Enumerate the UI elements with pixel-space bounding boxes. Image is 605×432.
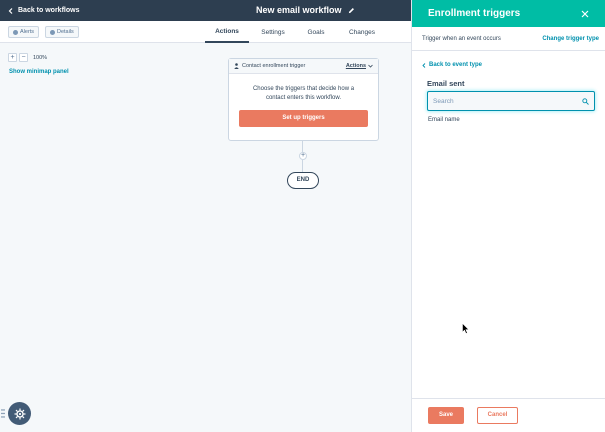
tab-settings[interactable]: Settings: [253, 21, 293, 43]
panel-header: Enrollment triggers: [412, 0, 605, 27]
zoom-in-button[interactable]: +: [8, 53, 17, 62]
tab-actions[interactable]: Actions: [205, 21, 249, 43]
show-minimap-link[interactable]: Show minimap panel: [9, 69, 69, 75]
alert-icon: [13, 29, 18, 35]
workflow-toolbar: Alerts Details Actions Settings Goals Ch…: [0, 21, 411, 43]
help-widget-button[interactable]: [8, 402, 31, 425]
enrollment-triggers-panel: Enrollment triggers Trigger when an even…: [411, 0, 605, 432]
trigger-type-row: Trigger when an event occurs Change trig…: [412, 27, 605, 51]
cancel-button[interactable]: Cancel: [477, 407, 518, 424]
tab-changes[interactable]: Changes: [343, 21, 381, 43]
workflow-title[interactable]: New email workflow: [256, 5, 355, 15]
back-to-workflows-link[interactable]: Back to workflows: [8, 7, 79, 14]
search-input[interactable]: [433, 97, 582, 105]
card-actions-label: Actions: [345, 63, 366, 69]
set-up-triggers-button[interactable]: Set up triggers: [239, 110, 368, 127]
property-search[interactable]: [427, 91, 595, 111]
details-button[interactable]: Details: [45, 26, 79, 38]
chevron-left-icon: [8, 7, 13, 14]
tab-goals[interactable]: Goals: [300, 21, 332, 43]
alerts-button[interactable]: Alerts: [8, 26, 40, 38]
change-trigger-type-link[interactable]: Change trigger type: [542, 36, 599, 42]
card-actions-dropdown[interactable]: Actions: [346, 63, 373, 69]
close-icon[interactable]: [581, 10, 589, 18]
connector-line: [302, 160, 303, 172]
add-action-button[interactable]: +: [299, 152, 307, 160]
pencil-icon[interactable]: [348, 7, 355, 14]
workflow-title-text: New email workflow: [256, 5, 342, 15]
details-label: Details: [57, 29, 74, 35]
trigger-card-description: Choose the triggers that decide how a co…: [252, 86, 355, 101]
panel-footer: Save Cancel: [412, 398, 605, 432]
alerts-label: Alerts: [20, 29, 35, 35]
trigger-card-title: Contact enrollment trigger: [242, 63, 306, 69]
back-label: Back to workflows: [18, 7, 80, 14]
help-widget-icon: [14, 408, 25, 419]
back-to-event-type-label: Back to event type: [429, 62, 483, 68]
drag-handle-icon[interactable]: [1, 409, 5, 418]
trigger-type-label: Trigger when an event occurs: [422, 35, 501, 42]
person-icon: [234, 63, 239, 69]
trigger-card-header: Contact enrollment trigger Actions: [229, 59, 378, 74]
mouse-cursor-icon: [462, 323, 469, 334]
property-option-email-name[interactable]: Email name: [428, 117, 460, 123]
zoom-controls: + − 100%: [8, 53, 47, 62]
back-to-event-type-link[interactable]: Back to event type: [422, 62, 482, 68]
chevron-left-icon: [422, 62, 426, 68]
save-button[interactable]: Save: [428, 407, 464, 424]
panel-title: Enrollment triggers: [428, 8, 521, 19]
end-node: END: [287, 172, 319, 189]
zoom-level: 100%: [33, 54, 48, 61]
zoom-out-button[interactable]: −: [19, 53, 28, 62]
info-icon: [50, 29, 55, 35]
chevron-down-icon: [368, 64, 373, 68]
top-bar: Back to workflows New email workflow: [0, 0, 411, 21]
search-icon: [582, 97, 589, 105]
connector-line: [302, 141, 303, 152]
enrollment-trigger-card[interactable]: Contact enrollment trigger Actions Choos…: [228, 58, 379, 141]
event-section-title: Email sent: [427, 79, 465, 88]
